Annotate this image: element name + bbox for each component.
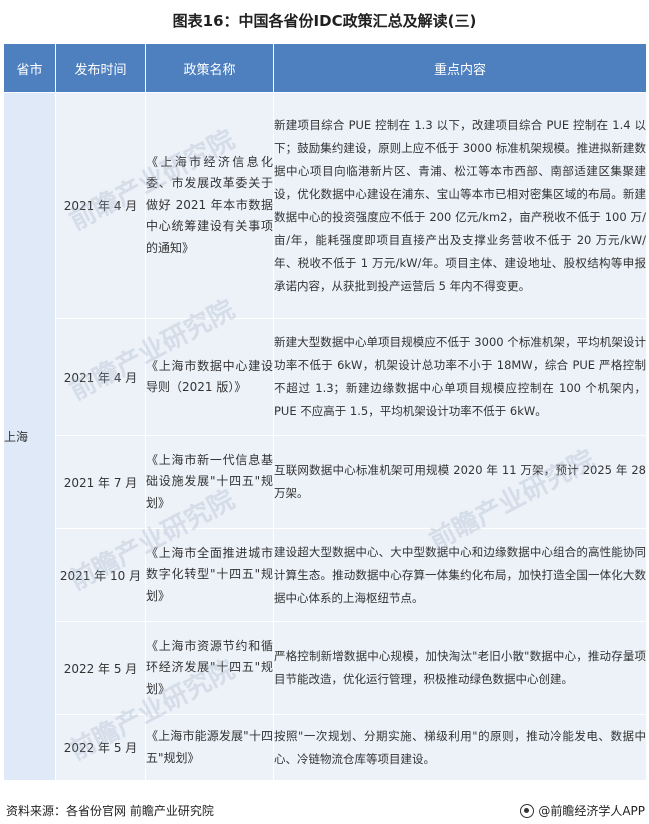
policy-name-cell: 《上海市新一代信息基础设施发展"十四五"规划》 — [145, 435, 274, 529]
policy-name-cell: 《上海市能源发展"十四五"规划》 — [145, 714, 274, 781]
header-key-content: 重点内容 — [273, 43, 647, 93]
date-cell: 2021 年 7 月 — [55, 435, 146, 529]
content-cell: 建设超大型数据中心、大中型数据中心和边缘数据中心组合的高性能协同计算生态。推动数… — [273, 528, 647, 622]
table-row: 2021 年 4 月 《上海市数据中心建设导则（2021 版）》 新建大型数据中… — [4, 318, 647, 436]
table-header-row: 省市 发布时间 政策名称 重点内容 — [3, 43, 647, 93]
header-policy-name: 政策名称 — [145, 43, 274, 93]
content-cell: 按照"一次规划、分期实施、梯级利用"的原则，推动冷能发电、数据中心、冷链物流仓库… — [273, 714, 647, 781]
chart-title: 图表16：中国各省份IDC政策汇总及解读(三) — [172, 11, 477, 30]
date-cell: 2022 年 5 月 — [55, 621, 146, 715]
table-row: 上海 2021 年 4 月 《上海市经济信息化委、市发展改革委关于做好 2021… — [3, 92, 647, 781]
footer: 资料来源：各省份官网 前瞻产业研究院 @前瞻经济学人APP — [0, 800, 649, 824]
header-date: 发布时间 — [55, 43, 146, 93]
content-cell: 严格控制新增数据中心规模，加快淘汰"老旧小散"数据中心，推动存量项目节能改造，优… — [273, 621, 647, 715]
date-cell: 2021 年 10 月 — [55, 528, 146, 622]
table-row: 2021 年 10 月 《上海市全面推进城市数字化转型"十四五"规划》 建设超大… — [4, 528, 647, 622]
policy-name-cell: 《上海市经济信息化委、市发展改革委关于做好 2021 年本市数据中心统筹建设有关… — [145, 92, 274, 319]
content-cell: 新建大型数据中心单项目规模应不低于 3000 个标准机架，平均机架设计功率不低于… — [273, 318, 647, 436]
brand-text: @前瞻经济学人APP — [538, 804, 645, 818]
province-cell: 上海 — [3, 92, 56, 781]
policy-table: 省市 发布时间 政策名称 重点内容 上海 2021 年 4 月 《上海市经济信息… — [3, 43, 647, 781]
brand-credit: @前瞻经济学人APP — [520, 802, 645, 819]
content-cell: 新建项目综合 PUE 控制在 1.3 以下，改建项目综合 PUE 控制在 1.4… — [273, 92, 647, 319]
date-cell: 2021 年 4 月 — [55, 92, 146, 319]
source-note: 资料来源：各省份官网 前瞻产业研究院 — [6, 804, 214, 818]
brand-logo-icon — [520, 803, 535, 818]
content-cell: 互联网数据中心标准机架可用规模 2020 年 11 万架，预计 2025 年 2… — [273, 435, 647, 529]
date-cell: 2021 年 4 月 — [55, 318, 146, 436]
header-province: 省市 — [3, 43, 56, 93]
table-row: 2022 年 5 月 《上海市能源发展"十四五"规划》 按照"一次规划、分期实施… — [4, 714, 647, 781]
date-cell: 2022 年 5 月 — [55, 714, 146, 781]
table-row: 2021 年 7 月 《上海市新一代信息基础设施发展"十四五"规划》 互联网数据… — [4, 435, 647, 529]
policy-name-cell: 《上海市全面推进城市数字化转型"十四五"规划》 — [145, 528, 274, 622]
policy-name-cell: 《上海市数据中心建设导则（2021 版）》 — [145, 318, 274, 436]
policy-name-cell: 《上海市资源节约和循环经济发展"十四五"规划》 — [145, 621, 274, 715]
table-row: 2022 年 5 月 《上海市资源节约和循环经济发展"十四五"规划》 严格控制新… — [4, 621, 647, 715]
